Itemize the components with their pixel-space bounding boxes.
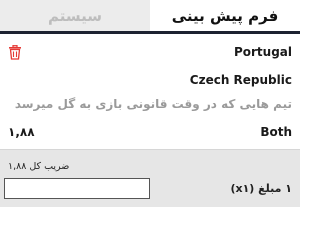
stake-input[interactable]	[4, 178, 150, 199]
away-team-name: Czech Republic	[189, 73, 292, 87]
selection-pick: Both	[260, 125, 292, 139]
bet-slip-footer: ضریب کل ۱,۸۸ ۱ مبلغ (x۱)	[0, 149, 300, 207]
selection-odds: ۱,۸۸	[8, 125, 35, 139]
home-team-name: Portugal	[233, 45, 292, 59]
trash-icon[interactable]	[8, 44, 22, 60]
market-name: تیم هایی که در وقت قانونی بازی به گل میر…	[14, 97, 292, 111]
tab-prediction-form[interactable]: فرم پیش بینی	[150, 0, 300, 34]
bet-tabs: فرم پیش بینی سیستم	[0, 0, 300, 34]
total-odds-label: ضریب کل ۱,۸۸	[8, 161, 70, 172]
stake-label: ۱ مبلغ (x۱)	[230, 182, 292, 195]
tab-system[interactable]: سیستم	[0, 0, 150, 34]
